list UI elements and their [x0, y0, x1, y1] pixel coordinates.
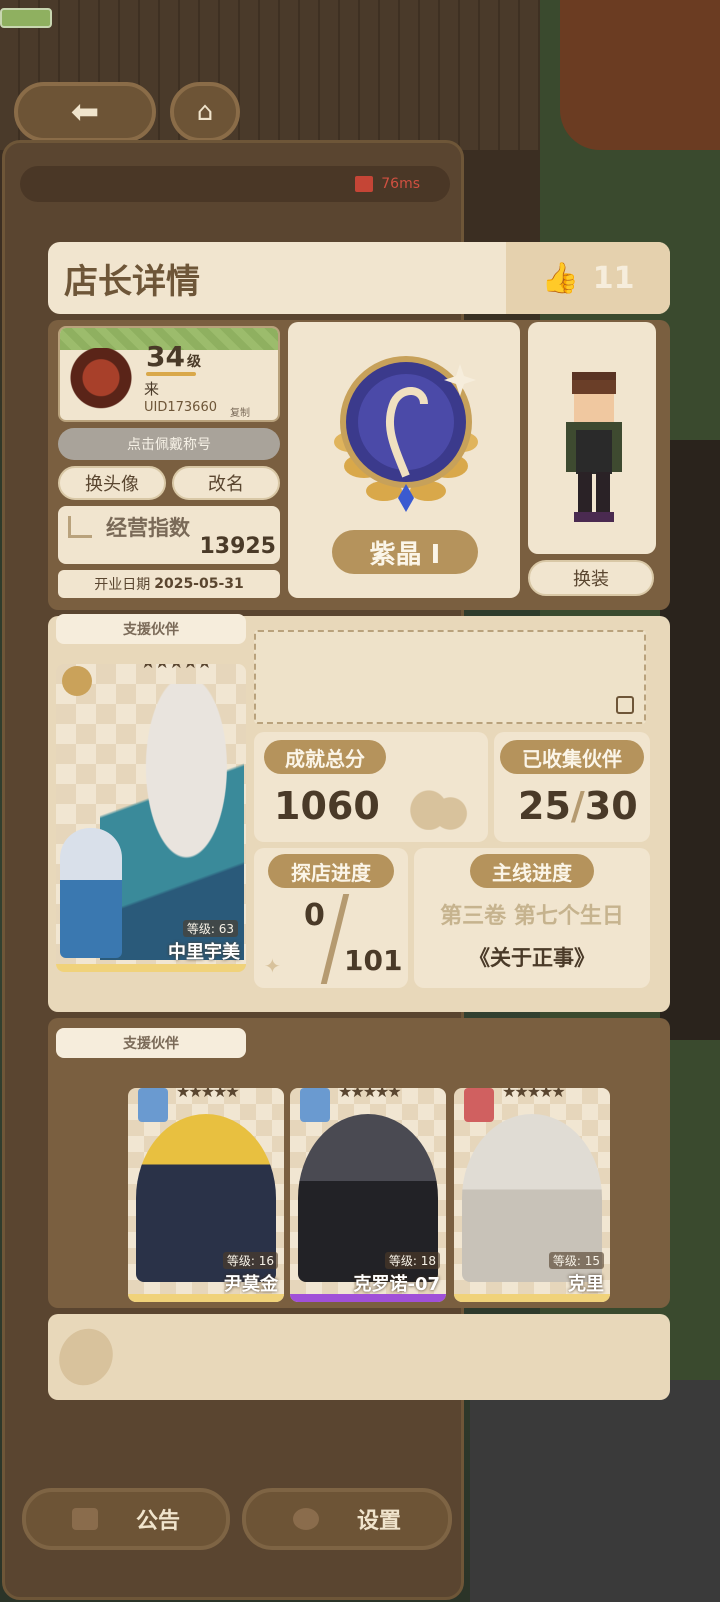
copy-uid-button[interactable]: 复制 [230, 404, 250, 419]
battery-indicator [0, 8, 52, 28]
main-partner-card[interactable]: ★★★★★ 等级: 63 中里宇美 [56, 664, 246, 972]
notice-button[interactable]: 公告 [22, 1488, 230, 1550]
support-partner-label: 支援伙伴 [56, 614, 246, 644]
partner-stars: ★★★★★ [140, 664, 213, 673]
home-icon: ⌂ [196, 97, 214, 127]
partner-level: 等级: 63 [182, 920, 238, 937]
back-button[interactable]: ⬅ [14, 82, 156, 142]
open-date-value: 2025-05-31 [154, 576, 244, 592]
achievement-value: 1060 [274, 784, 380, 828]
visit-label: 探店进度 [268, 854, 394, 888]
business-index-label: 经营指数 [106, 516, 190, 540]
partner-type-icon [464, 1088, 494, 1122]
achievement-label: 成就总分 [264, 740, 386, 774]
left-arrow-icon: ⬅ [70, 92, 100, 132]
edit-icon[interactable] [616, 696, 634, 714]
support-partners-section: 支援伙伴 ★★★★★ 等级: 16 尹莫金 ★★★★★ 等级: 18 克罗诺-0… [48, 1018, 670, 1308]
network-status: 76ms [20, 166, 450, 202]
visit-total: 101 [344, 944, 403, 977]
sparkle-icon: ✦ [264, 954, 281, 978]
player-name: 来 [144, 380, 160, 398]
chart-icon [68, 516, 92, 538]
rarity-bar [56, 964, 246, 972]
notice-label: 公告 [135, 1509, 180, 1534]
level-number: 34 [146, 340, 185, 373]
partner-stars: ★★★★★ [502, 1088, 566, 1101]
collected-total: 30 [584, 784, 638, 828]
collected-value: 25/30 [518, 784, 638, 828]
partner-name: 中里宇美 [168, 942, 240, 963]
home-button[interactable]: ⌂ [170, 82, 240, 142]
partner-stars: ★★★★★ [338, 1088, 402, 1101]
partner-name: 尹莫金 [224, 1274, 278, 1295]
main-story-label: 主线进度 [470, 854, 594, 888]
notice-icon [71, 1508, 98, 1530]
partner-card[interactable]: ★★★★★ 等级: 15 克里 [454, 1088, 610, 1302]
rank-card: 紫晶 Ⅰ [288, 322, 520, 598]
partner-name: 克罗诺-07 [353, 1274, 440, 1295]
profile-card: 34 级 来 UID173660 复制 [58, 326, 280, 422]
rarity-bar [128, 1294, 284, 1302]
decoration-section [48, 1314, 670, 1400]
partner-level: 等级: 15 [548, 1252, 604, 1269]
overview-section: 支援伙伴 ★★★★★ 等级: 63 中里宇美 成就总分 1060 已收集伙伴 2… [48, 614, 670, 1012]
thumbs-up-icon: 👍 [541, 260, 579, 296]
partner-card[interactable]: ★★★★★ 等级: 16 尹莫金 [128, 1088, 284, 1302]
autumn-tree [560, 0, 720, 150]
rarity-bar [454, 1294, 610, 1302]
shopkeeper-details-modal: 店长详情 👍 11 34 级 来 UID173660 复制 点击佩戴称号 换头像 改… [48, 242, 670, 1410]
partner-card[interactable]: ★★★★★ 等级: 18 克罗诺-07 [290, 1088, 446, 1302]
achievement-score-card: 成就总分 1060 [254, 732, 488, 842]
partner-type-icon [138, 1088, 168, 1122]
visit-progress-card: 探店进度 0 101 ✦ [254, 848, 408, 988]
open-date-label: 开业日期 [94, 577, 151, 593]
settings-label: 设置 [356, 1509, 401, 1534]
like-button[interactable]: 👍 11 [506, 242, 670, 314]
signature-box[interactable] [254, 630, 646, 724]
ping-text: 76ms [381, 176, 420, 192]
avatar[interactable] [68, 348, 134, 414]
change-outfit-button[interactable]: 换装 [528, 560, 654, 596]
rank-name: 紫晶 Ⅰ [332, 530, 478, 574]
business-index-card: 经营指数 13925 [58, 506, 280, 564]
change-avatar-button[interactable]: 换头像 [58, 466, 166, 500]
level-suffix: 级 [186, 354, 201, 370]
main-story-title: 《关于正事》 [469, 946, 595, 970]
player-uid: UID173660 [144, 400, 217, 415]
street-road [470, 1380, 720, 1602]
character-card [528, 322, 656, 554]
settings-button[interactable]: 设置 [242, 1488, 452, 1550]
main-story-card: 主线进度 第三卷 第七个生日 《关于正事》 [414, 848, 650, 988]
player-level: 34 级 [146, 340, 201, 373]
rename-button[interactable]: 改名 [172, 466, 280, 500]
main-story-chapter: 第三卷 第七个生日 [440, 904, 624, 929]
partner-stars: ★★★★★ [176, 1088, 240, 1101]
wear-title-button[interactable]: 点击佩戴称号 [58, 428, 280, 460]
open-date: 开业日期 2025-05-31 [58, 570, 280, 598]
like-count: 11 [592, 260, 635, 296]
signal-icon [355, 176, 374, 192]
profile-section: 34 级 来 UID173660 复制 点击佩戴称号 换头像 改名 经营指数 13… [48, 320, 670, 610]
partner-type-icon [62, 666, 92, 696]
rarity-bar [290, 1294, 446, 1302]
modal-title: 店长详情 [64, 261, 200, 302]
support-partner-label: 支援伙伴 [56, 1028, 246, 1058]
partner-type-icon [300, 1088, 330, 1122]
collected-label: 已收集伙伴 [500, 740, 644, 774]
collected-count: 25 [518, 784, 571, 828]
partner-chibi-sprite [60, 828, 122, 958]
business-index-value: 13925 [199, 534, 276, 559]
coffee-bean-icon [48, 1318, 124, 1396]
level-bar [146, 372, 196, 376]
coffee-beans-icon [400, 764, 472, 830]
collected-partners-card: 已收集伙伴 25/30 [494, 732, 650, 842]
rank-badge-icon [334, 356, 478, 512]
partner-level: 等级: 18 [384, 1252, 440, 1269]
shopkeeper-sprite [566, 372, 622, 522]
partner-level: 等级: 16 [222, 1252, 278, 1269]
partner-name: 克里 [568, 1274, 604, 1295]
gear-icon [292, 1508, 319, 1530]
modal-header: 店长详情 👍 11 [48, 242, 670, 314]
